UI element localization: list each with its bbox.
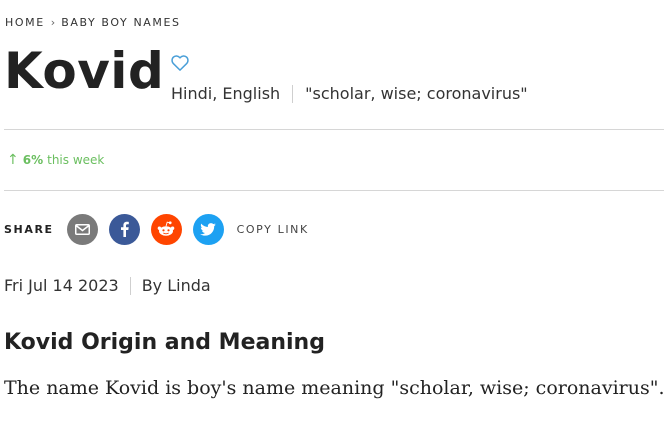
name-origin: Hindi, English <box>171 84 281 103</box>
share-facebook-button[interactable] <box>108 213 140 245</box>
heart-outline-icon[interactable] <box>171 55 189 71</box>
reddit-icon <box>157 221 175 236</box>
breadcrumb-home-link[interactable]: HOME <box>5 16 45 29</box>
email-icon <box>74 223 90 235</box>
page-title: Kovid <box>4 42 165 100</box>
article-meta: Fri Jul 14 2023 By Linda <box>4 276 211 295</box>
arrow-up-icon: ↑ <box>7 152 19 168</box>
breadcrumb: HOME › BABY BOY NAMES <box>5 16 181 29</box>
trend-period: this week <box>47 153 105 167</box>
share-reddit-button[interactable] <box>150 213 182 245</box>
divider <box>129 276 131 295</box>
share-label: SHARE <box>4 222 54 236</box>
name-meaning: "scholar, wise; coronavirus" <box>305 84 528 103</box>
divider-line <box>4 190 664 191</box>
trend-percent: 6% <box>22 153 44 167</box>
divider <box>292 84 294 103</box>
section-heading: Kovid Origin and Meaning <box>4 330 325 355</box>
twitter-icon <box>200 222 216 236</box>
copy-link-button[interactable]: COPY LINK <box>237 223 309 236</box>
facebook-icon <box>120 221 129 237</box>
article-body: The name Kovid is boy's name meaning "sc… <box>4 377 664 399</box>
popularity-trend: ↑ 6% this week <box>7 152 104 168</box>
share-twitter-button[interactable] <box>192 213 224 245</box>
breadcrumb-separator: › <box>50 16 56 29</box>
publish-date: Fri Jul 14 2023 <box>4 276 119 295</box>
divider-line <box>4 129 664 130</box>
share-email-button[interactable] <box>66 213 98 245</box>
author-byline: By Linda <box>141 276 211 295</box>
breadcrumb-baby-boy-names-link[interactable]: BABY BOY NAMES <box>61 16 180 29</box>
share-bar: SHARE COPY LINK <box>4 213 309 245</box>
origin-meaning-line: Hindi, English "scholar, wise; coronavir… <box>171 84 528 103</box>
